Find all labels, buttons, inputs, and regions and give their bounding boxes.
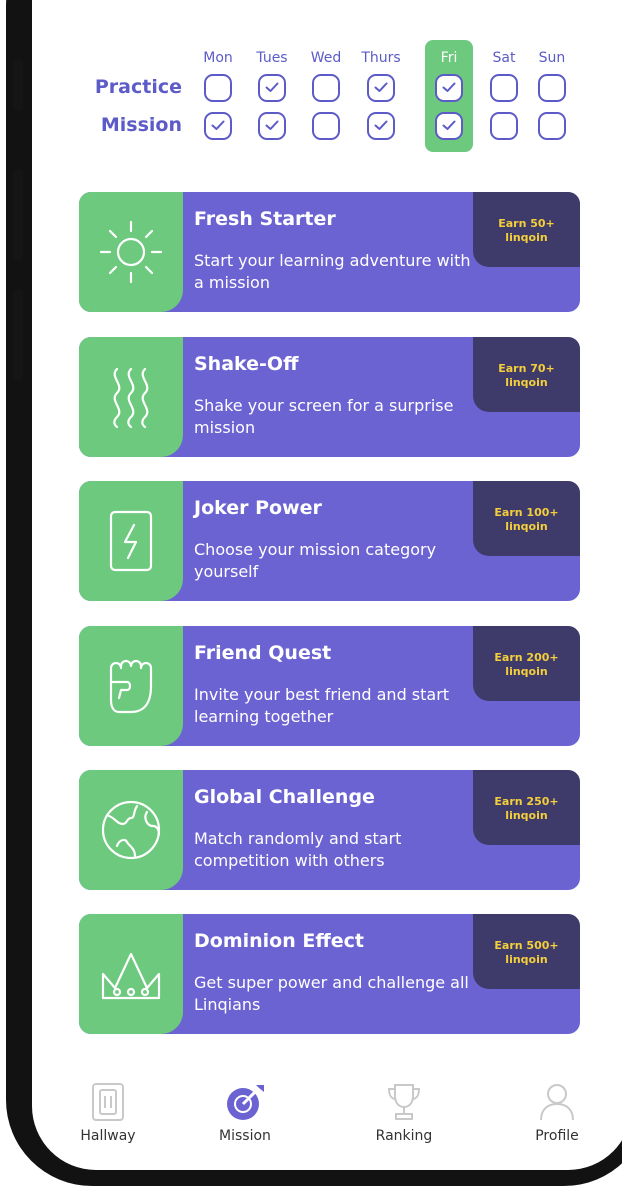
nav-label: Profile xyxy=(535,1128,579,1144)
mission-card-friend-quest[interactable]: Friend Quest Invite your best friend and… xyxy=(79,626,580,746)
mission-card-global-challenge[interactable]: Global Challenge Match randomly and star… xyxy=(79,770,580,890)
mission-icon-panel xyxy=(79,770,183,890)
reward-currency: linqoin xyxy=(505,953,548,966)
checkmark-icon xyxy=(211,120,225,130)
reward-badge: Earn 100+ linqoin xyxy=(473,481,580,556)
mission-description: Start your learning adventure with a mis… xyxy=(194,251,471,292)
mission-title: Global Challenge xyxy=(194,786,375,808)
mission-checkbox-sun[interactable] xyxy=(538,112,566,140)
mission-checkbox-tues[interactable] xyxy=(258,112,286,140)
mission-checkbox-sat[interactable] xyxy=(490,112,518,140)
globe-icon xyxy=(101,800,161,860)
practice-checkbox-wed[interactable] xyxy=(312,74,340,102)
reward-currency: linqoin xyxy=(505,520,548,533)
day-label-tues: Tues xyxy=(256,50,288,66)
mission-checkbox-wed[interactable] xyxy=(312,112,340,140)
day-label-fri: Fri xyxy=(440,50,458,66)
nav-mission[interactable]: Mission xyxy=(195,1082,295,1144)
mission-icon-panel xyxy=(79,626,183,746)
checkmark-icon xyxy=(442,82,456,92)
practice-checkbox-thurs[interactable] xyxy=(367,74,395,102)
mission-icon-panel xyxy=(79,481,183,601)
trophy-icon xyxy=(387,1084,421,1120)
mission-title: Fresh Starter xyxy=(194,208,336,230)
joker-card-icon xyxy=(109,510,153,572)
practice-checkbox-mon[interactable] xyxy=(204,74,232,102)
mission-card-joker-power[interactable]: Joker Power Choose your mission category… xyxy=(79,481,580,601)
crown-icon xyxy=(101,952,161,1000)
reward-currency: linqoin xyxy=(505,231,548,244)
mission-checkbox-mon[interactable] xyxy=(204,112,232,140)
mission-icon-panel xyxy=(79,337,183,457)
day-label-wed: Wed xyxy=(310,50,342,66)
nav-ranking[interactable]: Ranking xyxy=(354,1082,454,1144)
checkmark-icon xyxy=(265,120,279,130)
phone-side-button xyxy=(13,290,23,380)
practice-checkbox-fri[interactable] xyxy=(435,74,463,102)
hallway-icon xyxy=(92,1083,124,1121)
mission-description: Match randomly and start competition wit… xyxy=(194,829,402,870)
nav-profile[interactable]: Profile xyxy=(507,1082,607,1144)
nav-hallway[interactable]: Hallway xyxy=(58,1082,158,1144)
mission-title: Shake-Off xyxy=(194,353,299,375)
checkmark-icon xyxy=(374,82,388,92)
phone-side-button xyxy=(13,170,23,260)
checkmark-icon xyxy=(265,82,279,92)
reward-badge: Earn 500+ linqoin xyxy=(473,914,580,989)
practice-checkbox-tues[interactable] xyxy=(258,74,286,102)
reward-amount: Earn 500+ xyxy=(494,939,559,952)
reward-currency: linqoin xyxy=(505,665,548,678)
reward-amount: Earn 200+ xyxy=(494,651,559,664)
sun-icon xyxy=(99,220,163,284)
person-icon xyxy=(540,1084,574,1121)
reward-badge: Earn 200+ linqoin xyxy=(473,626,580,701)
shake-waves-icon xyxy=(113,367,149,429)
practice-row-label: Practice xyxy=(94,76,182,98)
mission-row-label: Mission xyxy=(100,114,182,136)
day-label-sun: Sun xyxy=(538,50,566,66)
checkmark-icon xyxy=(442,120,456,130)
mission-description: Invite your best friend and start learni… xyxy=(194,685,450,726)
mission-checkbox-fri[interactable] xyxy=(435,112,463,140)
weekly-tracker: Mon Tues Wed Thurs Fri Sat Sun Practice … xyxy=(0,0,622,170)
reward-currency: linqoin xyxy=(505,376,548,389)
mission-card-shake-off[interactable]: Shake-Off Shake your screen for a surpri… xyxy=(79,337,580,457)
reward-amount: Earn 70+ xyxy=(498,362,555,375)
reward-badge: Earn 250+ linqoin xyxy=(473,770,580,845)
practice-checkbox-sun[interactable] xyxy=(538,74,566,102)
mission-checkbox-thurs[interactable] xyxy=(367,112,395,140)
mission-card-dominion-effect[interactable]: Dominion Effect Get super power and chal… xyxy=(79,914,580,1034)
checkmark-icon xyxy=(374,120,388,130)
day-label-mon: Mon xyxy=(203,50,233,66)
mission-title: Dominion Effect xyxy=(194,930,364,952)
nav-label: Ranking xyxy=(375,1128,433,1144)
mission-title: Joker Power xyxy=(194,497,322,519)
mission-title: Friend Quest xyxy=(194,642,332,664)
reward-badge: Earn 70+ linqoin xyxy=(473,337,580,412)
mission-icon-panel xyxy=(79,914,183,1034)
mission-card-fresh-starter[interactable]: Fresh Starter Start your learning advent… xyxy=(79,192,580,312)
reward-amount: Earn 100+ xyxy=(494,506,559,519)
mission-description: Shake your screen for a surprise mission xyxy=(194,396,454,437)
reward-amount: Earn 250+ xyxy=(494,795,559,808)
mission-icon-panel xyxy=(79,192,183,312)
mission-description: Get super power and challenge all Linqia… xyxy=(194,973,469,1014)
reward-currency: linqoin xyxy=(505,809,548,822)
target-dart-icon xyxy=(227,1085,264,1120)
nav-label: Hallway xyxy=(80,1128,136,1144)
mission-description: Choose your mission category yourself xyxy=(194,540,437,581)
practice-checkbox-sat[interactable] xyxy=(490,74,518,102)
nav-label: Mission xyxy=(219,1128,271,1144)
reward-badge: Earn 50+ linqoin xyxy=(473,192,580,267)
reward-amount: Earn 50+ xyxy=(498,217,555,230)
day-label-thurs: Thurs xyxy=(361,50,401,66)
fist-icon xyxy=(109,659,153,714)
